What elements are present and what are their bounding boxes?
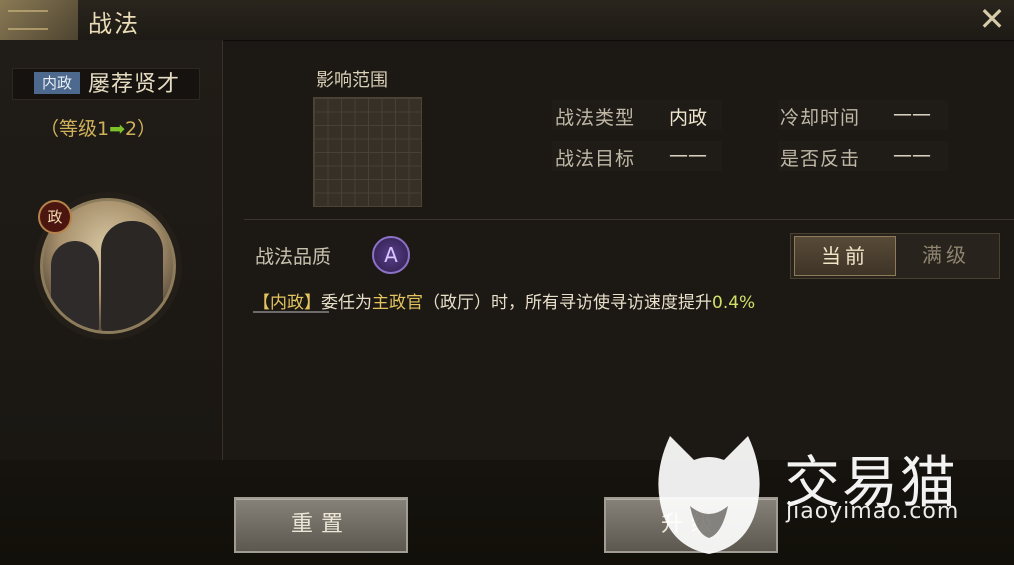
tag-underline xyxy=(253,311,329,313)
window-title: 战法 xyxy=(88,10,140,38)
cooldown-value: —— xyxy=(893,103,931,125)
politics-badge-icon: 政 xyxy=(38,200,72,234)
skill-target-label: 战法目标 xyxy=(555,148,636,170)
skill-name: 屡荐贤才 xyxy=(88,72,181,97)
counter-value: —— xyxy=(893,144,931,166)
tab-max-level[interactable]: 满级 xyxy=(898,236,994,274)
portrait-figure xyxy=(51,241,99,331)
quality-label: 战法品质 xyxy=(255,246,332,268)
skill-type-value: 内政 xyxy=(669,107,708,129)
watermark-url: jiaoyimao.com xyxy=(786,499,960,524)
close-icon[interactable]: ✕ xyxy=(974,1,1010,37)
skill-level: （等级1➡2） xyxy=(40,114,156,141)
description-tag: 【内政】 xyxy=(253,293,321,313)
range-grid xyxy=(313,97,422,207)
cooldown-label: 冷却时间 xyxy=(780,107,861,129)
range-label: 影响范围 xyxy=(316,70,388,91)
counter-label: 是否反击 xyxy=(780,148,861,170)
description-text: 委任为 xyxy=(321,293,372,313)
quality-grade-badge: A xyxy=(372,236,410,274)
watermark-cat-icon xyxy=(658,436,760,554)
divider xyxy=(244,219,1014,220)
portrait-figure xyxy=(101,221,163,331)
skill-target-value: —— xyxy=(669,144,707,166)
description-text: （政厅）时，所有寻访使寻访速度提升 xyxy=(423,293,712,313)
level-suffix: 2） xyxy=(125,118,157,140)
title-bar xyxy=(0,0,1014,41)
level-prefix: （等级1 xyxy=(40,118,110,140)
skill-description: 【内政】委任为主政官（政厅）时，所有寻访使寻访速度提升0.4% xyxy=(253,288,755,313)
level-arrow-icon: ➡ xyxy=(109,118,126,140)
description-highlight: 主政官 xyxy=(372,293,423,313)
ornament-corner xyxy=(0,0,78,40)
skill-category-tag: 内政 xyxy=(34,72,80,94)
skill-type-label: 战法类型 xyxy=(555,107,636,129)
description-percent: 0.4% xyxy=(712,293,756,313)
reset-button[interactable]: 重置 xyxy=(234,497,408,553)
tab-current[interactable]: 当前 xyxy=(794,236,896,276)
